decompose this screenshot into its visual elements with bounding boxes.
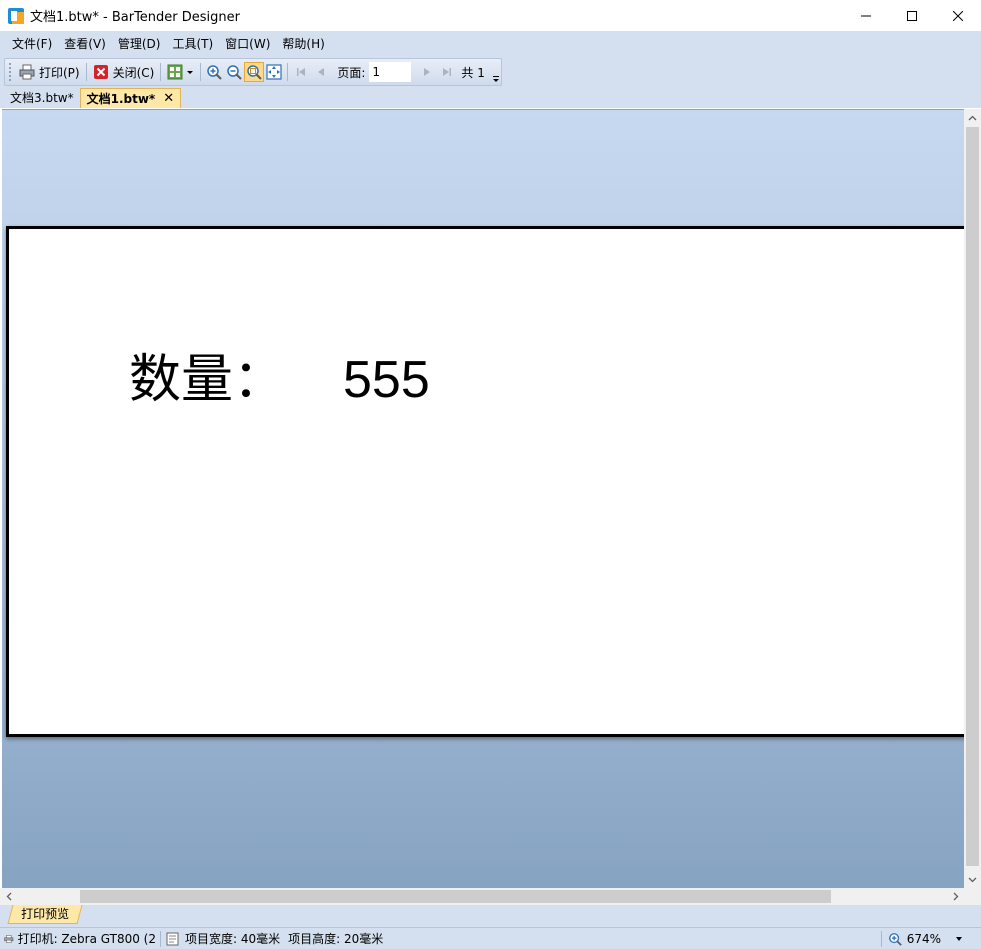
zoom-tool-button[interactable] [244, 62, 265, 82]
zoom-in-icon [207, 65, 223, 80]
first-page-icon [297, 68, 306, 76]
printer-icon [4, 934, 14, 943]
page-size-icon [166, 932, 179, 945]
zoom-in-button[interactable] [204, 62, 224, 82]
zoom-icon [888, 932, 902, 946]
toolbar-separator [160, 63, 162, 81]
next-page-icon [424, 68, 431, 76]
item-height: 项目高度: 20毫米 [288, 932, 384, 946]
horizontal-scroll-thumb[interactable] [80, 890, 831, 903]
close-icon [953, 10, 963, 21]
quantity-value: 555 [343, 351, 430, 409]
tab-label: 文档3.btw* [10, 91, 74, 105]
zoom-out-icon [227, 65, 243, 80]
status-printer: 打印机: Zebra GT800 (2 [0, 928, 160, 949]
menu-file[interactable]: 文件(F) [6, 31, 58, 58]
label-page: 数量： 555 [6, 226, 964, 737]
last-page-button[interactable] [437, 62, 457, 82]
total-pages-label: 共 1 [461, 65, 485, 80]
close-preview-button[interactable]: 关闭(C) [90, 61, 158, 83]
close-red-icon [93, 65, 108, 79]
zoom-select-icon [247, 65, 263, 80]
print-preview-area[interactable]: 数量： 555 [2, 109, 964, 888]
mode-tab-bar: 打印预览 [0, 905, 981, 927]
status-zoom[interactable]: 674% [880, 930, 981, 947]
maximize-button[interactable] [889, 0, 935, 31]
zoom-level: 674% [906, 931, 941, 946]
menu-window[interactable]: 窗口(W) [219, 31, 276, 58]
menu-view[interactable]: 查看(V) [58, 31, 112, 58]
menu-help[interactable]: 帮助(H) [276, 31, 330, 58]
window-title: 文档1.btw* - BarTender Designer [30, 10, 240, 25]
zoom-out-button[interactable] [224, 62, 244, 82]
status-dimensions: 项目宽度: 40毫米 项目高度: 20毫米 [161, 928, 387, 949]
scrollbar-corner [964, 888, 981, 905]
chevron-down-icon [968, 877, 977, 882]
printer-name: 打印机: Zebra GT800 (2 [17, 932, 156, 946]
window-controls [843, 0, 981, 31]
chevron-right-icon [953, 892, 958, 901]
tab-document3[interactable]: 文档3.btw* [4, 88, 80, 108]
bartender-app-icon [8, 7, 24, 24]
chevron-up-icon [968, 115, 977, 120]
page-label: 页面: [337, 65, 366, 80]
print-button-label: 打印(P) [39, 65, 80, 80]
scroll-up-arrow[interactable] [964, 109, 981, 126]
menu-bar: 文件(F) 查看(V) 管理(D) 工具(T) 窗口(W) 帮助(H) [0, 31, 981, 58]
print-preview-tab-label: 打印预览 [21, 907, 70, 921]
tab-label: 文档1.btw* [86, 91, 156, 106]
print-button[interactable]: 打印(P) [16, 61, 83, 83]
toolbar-separator [200, 63, 202, 81]
document-tabs: 文档3.btw* 文档1.btw* ✕ [0, 87, 981, 108]
toolbar-separator [85, 63, 87, 81]
printer-icon [19, 64, 35, 80]
label-quantity-row: 数量： 555 [129, 337, 430, 412]
menu-tools[interactable]: 工具(T) [166, 31, 219, 58]
overflow-chevron-icon [493, 76, 499, 82]
vertical-scrollbar[interactable] [964, 109, 981, 888]
chevron-down-icon [956, 936, 962, 941]
toolbar-grip[interactable] [9, 63, 12, 81]
close-window-button[interactable] [935, 0, 981, 31]
tab-print-preview[interactable]: 打印预览 [7, 905, 83, 924]
title-bar: 文档1.btw* - BarTender Designer [0, 0, 981, 31]
tab-document1[interactable]: 文档1.btw* ✕ [79, 88, 182, 109]
status-separator [880, 930, 882, 947]
next-page-button[interactable] [417, 62, 437, 82]
menu-manage[interactable]: 管理(D) [112, 31, 167, 58]
minimize-button[interactable] [843, 0, 889, 31]
toolbar-overflow-button[interactable] [491, 61, 501, 83]
last-page-icon [443, 68, 452, 76]
chevron-down-icon [187, 71, 194, 74]
vertical-scroll-thumb[interactable] [966, 127, 979, 866]
preview-toolbar: 打印(P) 关闭(C) 页面: 1 共 1 [4, 58, 502, 86]
quantity-label: 数量： [129, 350, 286, 410]
maximize-icon [907, 10, 917, 21]
tab-close-icon[interactable]: ✕ [163, 89, 174, 109]
close-preview-label: 关闭(C) [112, 65, 155, 80]
scroll-right-arrow[interactable] [947, 888, 964, 905]
toolbar-separator [287, 63, 289, 81]
scroll-left-arrow[interactable] [0, 888, 17, 905]
chevron-left-icon [6, 892, 11, 901]
fit-page-button[interactable] [264, 62, 284, 82]
minimize-icon [861, 15, 871, 16]
page-number-input[interactable] [369, 62, 412, 82]
grid-layout-icon [167, 64, 183, 80]
first-page-button[interactable] [291, 62, 311, 82]
layout-dropdown-button[interactable] [164, 61, 197, 83]
status-bar: 打印机: Zebra GT800 (2 项目宽度: 40毫米 项目高度: 20毫… [0, 927, 981, 949]
previous-page-button[interactable] [311, 62, 331, 82]
item-width: 项目宽度: 40毫米 [185, 932, 281, 946]
fit-page-icon [266, 64, 282, 80]
previous-page-icon [318, 68, 325, 76]
horizontal-scrollbar[interactable] [0, 888, 964, 905]
scroll-down-arrow[interactable] [964, 871, 981, 888]
